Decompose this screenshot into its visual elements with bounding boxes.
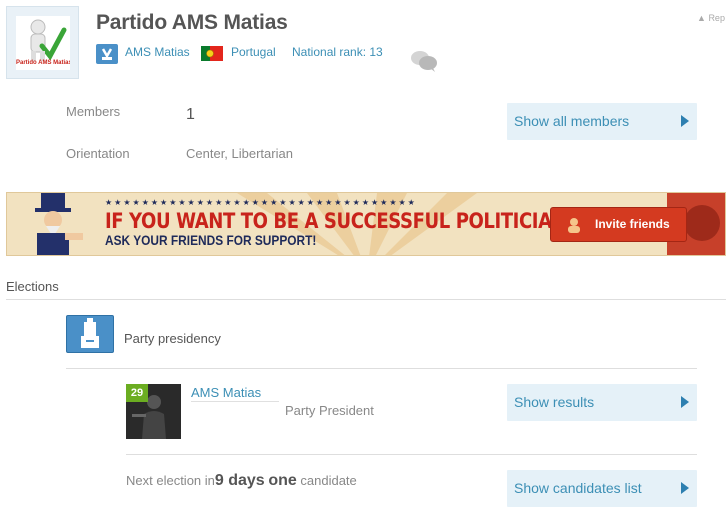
portugal-flag-icon	[201, 46, 223, 61]
report-link[interactable]: ▲ Rep	[697, 13, 725, 23]
party-logo-caption: Partido AMS Matias	[16, 60, 70, 66]
chat-bubbles-icon[interactable]	[410, 50, 438, 72]
elections-section-title: Elections	[6, 279, 59, 294]
invite-person-icon	[568, 218, 580, 233]
report-label: Rep	[708, 13, 725, 23]
party-presidency-label: Party presidency	[124, 331, 221, 346]
country-link[interactable]: Portugal	[231, 45, 276, 59]
banner-subline: ASK YOUR FRIENDS FOR SUPPORT!	[105, 232, 317, 248]
divider	[66, 368, 697, 369]
national-rank-link[interactable]: National rank: 13	[292, 45, 383, 59]
next-election-info: Next election in9 days one candidate	[126, 472, 357, 490]
party-logo: Partido AMS Matias	[6, 6, 79, 79]
divider	[126, 454, 697, 455]
candidate-name-underline	[191, 401, 279, 402]
warning-icon: ▲	[697, 13, 706, 23]
members-label: Members	[66, 104, 121, 119]
divider	[6, 299, 726, 300]
candidate-name-link[interactable]: AMS Matias	[191, 385, 261, 400]
candidate-avatar[interactable]: 29	[126, 384, 181, 439]
party-name: Partido AMS Matias	[96, 11, 288, 34]
invite-friends-banner[interactable]: ★★★★★★★★★★★★★★★★★★★★★★★★★★★★★★★★★★ IF YO…	[6, 192, 726, 256]
next-election-days: 9 days	[214, 472, 265, 489]
arrow-right-icon	[681, 396, 689, 408]
banner-stars: ★★★★★★★★★★★★★★★★★★★★★★★★★★★★★★★★★★	[105, 198, 417, 207]
ballot-box-icon	[66, 315, 114, 353]
show-results-button[interactable]: Show results	[507, 384, 697, 421]
invite-friends-button[interactable]: Invite friends	[550, 207, 687, 242]
show-candidates-list-label: Show candidates list	[514, 480, 642, 496]
candidate-count: one	[268, 472, 297, 489]
party-leader-link[interactable]: AMS Matias	[125, 45, 190, 59]
arrow-right-icon	[681, 115, 689, 127]
orientation-label: Orientation	[66, 146, 130, 161]
candidate-level-badge: 29	[126, 384, 148, 402]
show-results-label: Show results	[514, 394, 595, 410]
candidate-role: Party President	[285, 403, 374, 418]
banner-headline: IF YOU WANT TO BE A SUCCESSFUL POLITICIA…	[105, 209, 567, 233]
party-leader-icon	[96, 44, 118, 64]
show-candidates-list-button[interactable]: Show candidates list	[507, 470, 697, 507]
next-election-suffix: candidate	[296, 473, 357, 488]
next-election-prefix: Next election in	[126, 473, 215, 488]
show-all-members-button[interactable]: Show all members	[507, 103, 697, 140]
uncle-sam-icon	[35, 193, 83, 255]
invite-friends-label: Invite friends	[595, 217, 670, 231]
arrow-right-icon	[681, 482, 689, 494]
show-all-members-label: Show all members	[514, 113, 630, 129]
members-count: 1	[186, 106, 195, 123]
orientation-value: Center, Libertarian	[186, 146, 293, 161]
